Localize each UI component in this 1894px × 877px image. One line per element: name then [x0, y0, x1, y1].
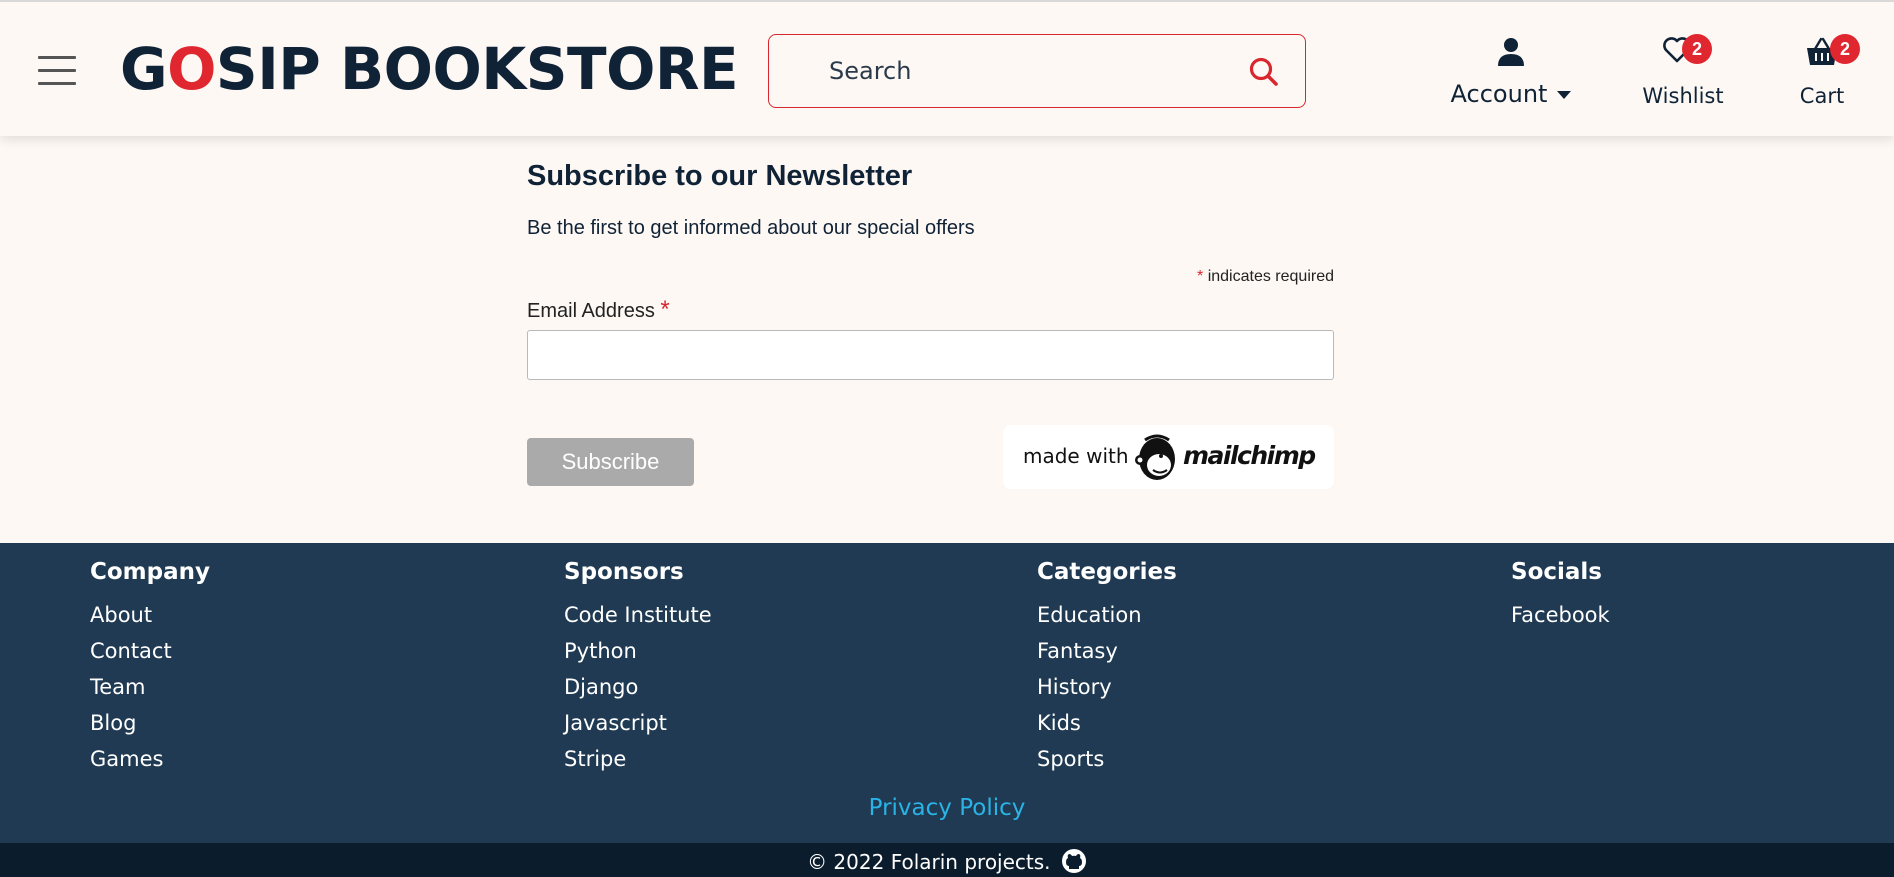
cart-count-badge: 2 [1830, 34, 1860, 64]
required-note: * indicates required [527, 268, 1334, 286]
site-footer: Company About Contact Team Blog Games Sp… [0, 543, 1894, 843]
footer-heading: Socials [1511, 559, 1602, 585]
logo-text-rest: SIP BOOKSTORE [215, 35, 739, 103]
wishlist-count-badge: 2 [1682, 34, 1712, 64]
footer-link-stripe[interactable]: Stripe [564, 741, 712, 777]
footer-link-python[interactable]: Python [564, 633, 712, 669]
footer-heading: Sponsors [564, 559, 684, 585]
copyright-bar: © 2022 Folarin projects. [0, 843, 1894, 877]
footer-column-company: Company About Contact Team Blog Games [90, 559, 210, 777]
required-note-text: indicates required [1203, 268, 1334, 285]
footer-link-javascript[interactable]: Javascript [564, 705, 712, 741]
footer-link-education[interactable]: Education [1037, 597, 1177, 633]
email-label-text: Email Address [527, 300, 655, 322]
email-label: Email Address * [527, 296, 1334, 324]
subscribe-button[interactable]: Subscribe [527, 438, 694, 486]
newsletter-section: Subscribe to our Newsletter Be the first… [527, 160, 1334, 489]
user-icon [1446, 36, 1576, 76]
cart-link[interactable]: 2 Cart [1782, 34, 1862, 108]
footer-link-fantasy[interactable]: Fantasy [1037, 633, 1177, 669]
footer-link-django[interactable]: Django [564, 669, 712, 705]
site-logo[interactable]: GOSIP BOOKSTORE [120, 34, 739, 104]
search-input[interactable] [829, 51, 1229, 91]
footer-link-games[interactable]: Games [90, 741, 210, 777]
newsletter-title: Subscribe to our Newsletter [527, 160, 913, 192]
footer-link-code-institute[interactable]: Code Institute [564, 597, 712, 633]
footer-heading: Company [90, 559, 210, 585]
mailchimp-badge[interactable]: made with mailchimp [1003, 425, 1334, 489]
footer-link-blog[interactable]: Blog [90, 705, 210, 741]
chevron-down-icon [1557, 91, 1572, 99]
footer-link-history[interactable]: History [1037, 669, 1177, 705]
footer-link-about[interactable]: About [90, 597, 210, 633]
email-required-asterisk: * [660, 296, 670, 323]
wishlist-link[interactable]: 2 Wishlist [1640, 34, 1726, 108]
logo-letter-g: G [120, 35, 168, 103]
account-dropdown[interactable]: Account [1446, 36, 1576, 108]
footer-column-categories: Categories Education Fantasy History Kid… [1037, 559, 1177, 777]
menu-icon[interactable] [38, 54, 78, 88]
search-box [768, 34, 1306, 108]
mailchimp-logo-icon [1131, 432, 1181, 482]
github-icon[interactable] [1061, 848, 1087, 874]
privacy-policy-link[interactable]: Privacy Policy [869, 795, 1026, 821]
footer-link-contact[interactable]: Contact [90, 633, 210, 669]
search-icon[interactable] [1247, 55, 1281, 89]
mailchimp-wordmark: mailchimp [1183, 441, 1316, 470]
copyright-text: © 2022 Folarin projects. [807, 850, 1051, 874]
footer-column-sponsors: Sponsors Code Institute Python Django Ja… [564, 559, 712, 777]
footer-link-sports[interactable]: Sports [1037, 741, 1177, 777]
made-with-text: made with [1023, 444, 1129, 468]
newsletter-subtitle: Be the first to get informed about our s… [527, 217, 975, 239]
footer-link-kids[interactable]: Kids [1037, 705, 1177, 741]
wishlist-label: Wishlist [1642, 84, 1724, 108]
site-header: GOSIP BOOKSTORE Account 2 Wishlist 2 Car… [0, 0, 1894, 136]
privacy-policy-row: Privacy Policy [0, 795, 1894, 821]
footer-link-facebook[interactable]: Facebook [1511, 597, 1610, 633]
cart-label: Cart [1799, 84, 1845, 108]
footer-link-team[interactable]: Team [90, 669, 210, 705]
email-field[interactable] [527, 330, 1334, 380]
account-label: Account [1450, 80, 1548, 108]
footer-heading: Categories [1037, 559, 1177, 585]
logo-letter-o: O [167, 35, 216, 103]
footer-column-socials: Socials Facebook [1511, 559, 1610, 633]
